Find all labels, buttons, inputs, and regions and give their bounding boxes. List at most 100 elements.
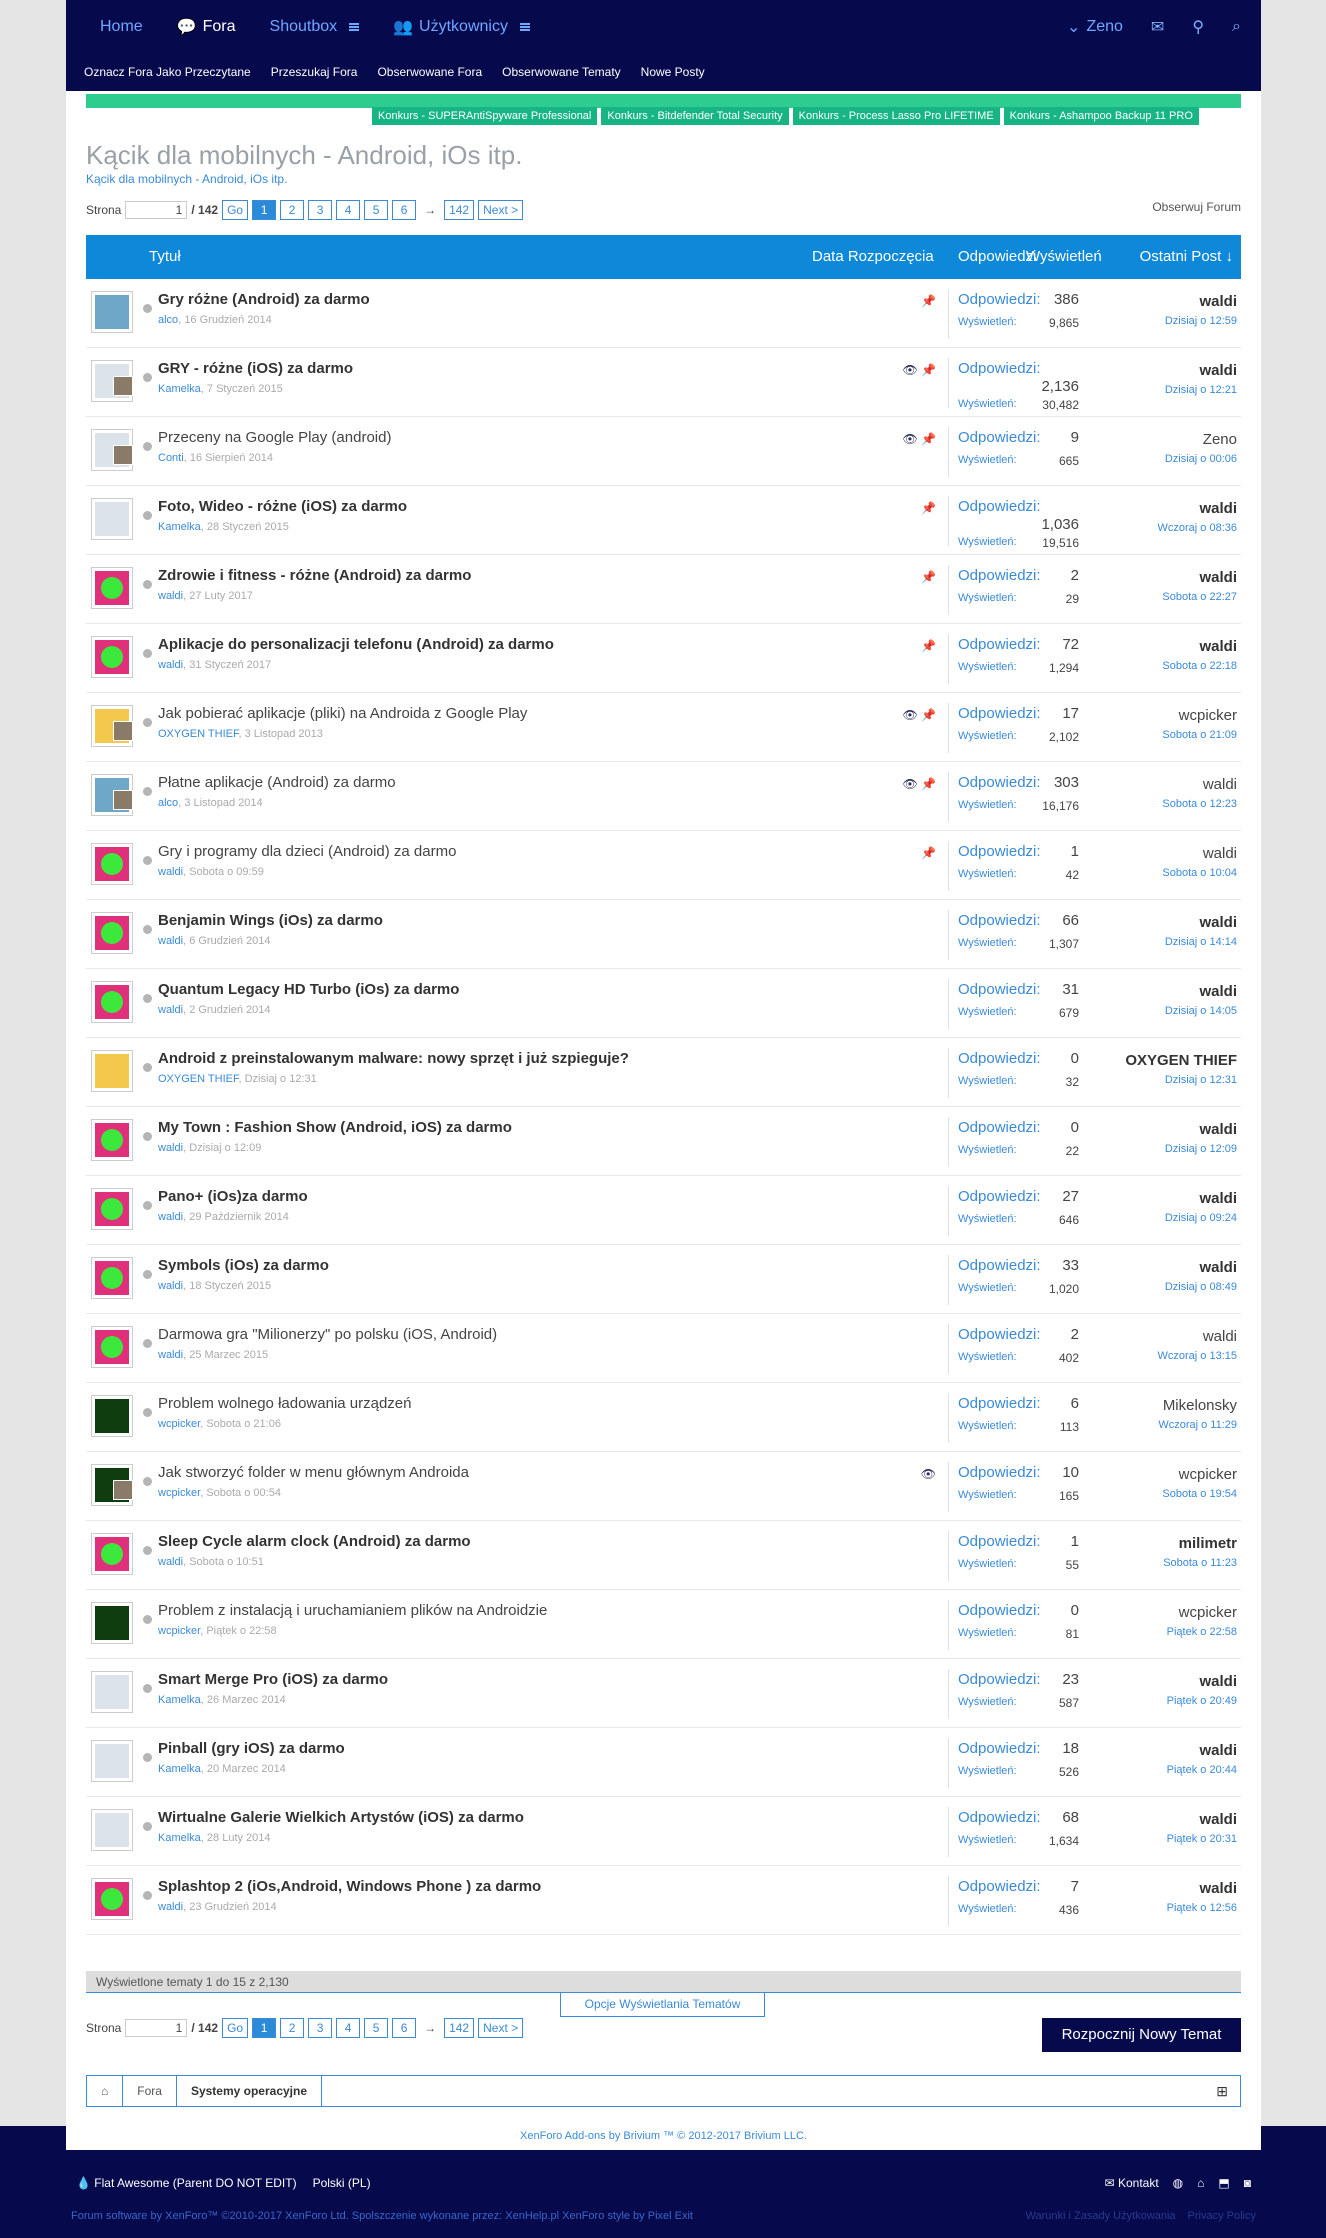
thread-title[interactable]: Problem wolnego ładowania urządzeń: [158, 1395, 412, 1412]
thread-title[interactable]: My Town : Fashion Show (Android, iOS) za…: [158, 1119, 512, 1136]
last-post-user[interactable]: Mikelonsky: [1163, 1397, 1237, 1414]
last-page-link[interactable]: 142: [444, 200, 475, 220]
thread-date[interactable]: Sobota o 10:51: [189, 1556, 264, 1568]
next-page-link[interactable]: Next >: [478, 2018, 524, 2038]
thread-date[interactable]: 3 Listopad 2014: [184, 797, 262, 809]
avatar[interactable]: [91, 843, 133, 885]
thread-author[interactable]: waldi: [158, 1280, 183, 1292]
page-link[interactable]: 5: [364, 2018, 389, 2038]
last-post-user[interactable]: waldi: [1199, 1121, 1237, 1138]
last-post-user[interactable]: waldi: [1199, 638, 1237, 655]
thread-author[interactable]: Kamelka: [158, 383, 201, 395]
col-start-date[interactable]: Data Rozpoczęcia: [812, 248, 934, 265]
thread-author[interactable]: alco: [158, 797, 178, 809]
thread-title[interactable]: Pinball (gry iOS) za darmo: [158, 1740, 345, 1757]
last-post-user[interactable]: waldi: [1199, 914, 1237, 931]
last-post-user[interactable]: wcpicker: [1179, 1604, 1237, 1621]
page-link[interactable]: 2: [280, 2018, 305, 2038]
style-chooser[interactable]: 💧 Flat Awesome (Parent DO NOT EDIT): [76, 2176, 297, 2190]
avatar[interactable]: [91, 291, 133, 333]
top-icon[interactable]: ⬒: [1218, 2176, 1229, 2190]
thread-title[interactable]: Gry różne (Android) za darmo: [158, 291, 370, 308]
next-page-link[interactable]: Next >: [478, 200, 524, 220]
last-post-user[interactable]: milimetr: [1179, 1535, 1237, 1552]
subnav-link[interactable]: Nowe Posty: [641, 65, 705, 79]
thread-author[interactable]: waldi: [158, 1901, 183, 1913]
breadcrumb[interactable]: Kącik dla mobilnych - Android, iOs itp.: [86, 172, 287, 186]
promo-link[interactable]: Konkurs - Ashampoo Backup 11 PRO: [1003, 107, 1199, 125]
last-post-user[interactable]: waldi: [1199, 1673, 1237, 1690]
thread-date[interactable]: 7 Styczeń 2015: [207, 383, 283, 395]
watch-forum-link[interactable]: Obserwuj Forum: [1152, 200, 1241, 214]
last-post-user[interactable]: wcpicker: [1179, 707, 1237, 724]
last-post-date[interactable]: Piątek o 20:44: [1167, 1764, 1237, 1776]
location-icon[interactable]: ⚲: [1192, 17, 1204, 37]
thread-date[interactable]: Sobota o 09:59: [189, 866, 264, 878]
page-link[interactable]: 2: [280, 200, 305, 220]
subnav-link[interactable]: Obserwowane Fora: [377, 65, 482, 79]
thread-title[interactable]: Wirtualne Galerie Wielkich Artystów (iOS…: [158, 1809, 524, 1826]
subnav-link[interactable]: Przeszukaj Fora: [271, 65, 358, 79]
contact-link[interactable]: ✉ Kontakt: [1105, 2176, 1159, 2190]
page-input[interactable]: 1: [125, 201, 188, 219]
avatar[interactable]: [91, 1257, 133, 1299]
avatar[interactable]: [91, 1119, 133, 1161]
avatar[interactable]: [91, 1740, 133, 1782]
last-post-user[interactable]: waldi: [1199, 1811, 1237, 1828]
last-page-link[interactable]: 142: [444, 2018, 475, 2038]
thread-author[interactable]: Kamelka: [158, 1763, 201, 1775]
thread-date[interactable]: 29 Październik 2014: [189, 1211, 289, 1223]
thread-date[interactable]: 16 Grudzień 2014: [184, 314, 271, 326]
thread-author[interactable]: waldi: [158, 935, 183, 947]
thread-author[interactable]: Conti: [158, 452, 184, 464]
page-link[interactable]: 5: [364, 200, 389, 220]
subnav-link[interactable]: Obserwowane Tematy: [502, 65, 621, 79]
nav-forums[interactable]: 💬 Fora: [177, 17, 236, 37]
thread-date[interactable]: Sobota o 00:54: [206, 1487, 281, 1499]
avatar[interactable]: [91, 498, 133, 540]
avatar[interactable]: [91, 1809, 133, 1851]
thread-title[interactable]: Android z preinstalowanym malware: nowy …: [158, 1050, 629, 1067]
user-menu[interactable]: ⌄ Zeno: [1067, 17, 1123, 37]
thread-title[interactable]: Zdrowie i fitness - różne (Android) za d…: [158, 567, 471, 584]
page-link[interactable]: 1: [252, 200, 277, 220]
thread-date[interactable]: 16 Sierpień 2014: [190, 452, 273, 464]
col-last-post[interactable]: Ostatni Post ↓: [1140, 248, 1233, 265]
last-post-user[interactable]: waldi: [1199, 1190, 1237, 1207]
page-link[interactable]: 1: [252, 2018, 277, 2038]
avatar[interactable]: [91, 912, 133, 954]
avatar[interactable]: [91, 1602, 133, 1644]
sitemap-icon[interactable]: ⊞: [1216, 2083, 1240, 2100]
page-link[interactable]: 3: [308, 200, 333, 220]
last-post-date[interactable]: Piątek o 22:58: [1167, 1626, 1237, 1638]
nav-home[interactable]: Home: [100, 18, 143, 36]
col-title[interactable]: Tytuł: [149, 248, 181, 265]
thread-title[interactable]: Jak pobierać aplikacje (pliki) na Androi…: [158, 705, 527, 722]
page-link[interactable]: 6: [392, 2018, 417, 2038]
last-post-date[interactable]: Sobota o 11:23: [1163, 1557, 1237, 1569]
avatar-small[interactable]: [113, 1480, 133, 1500]
col-replies[interactable]: Odpowiedzi: [958, 248, 1036, 265]
thread-title[interactable]: Problem z instalacją i uruchamianiem pli…: [158, 1602, 547, 1619]
page-link[interactable]: 6: [392, 200, 417, 220]
thread-author[interactable]: OXYGEN THIEF: [158, 1073, 238, 1085]
thread-title[interactable]: Aplikacje do personalizacji telefonu (An…: [158, 636, 554, 653]
nav-shoutbox[interactable]: Shoutbox: [270, 18, 360, 36]
thread-date[interactable]: 31 Styczeń 2017: [189, 659, 271, 671]
thread-date[interactable]: 28 Luty 2014: [207, 1832, 271, 1844]
thread-title[interactable]: Gry i programy dla dzieci (Android) za d…: [158, 843, 456, 860]
last-post-user[interactable]: OXYGEN THIEF: [1125, 1052, 1237, 1069]
home-icon[interactable]: ⌂: [87, 2076, 124, 2106]
crumb-forums[interactable]: Fora: [123, 2076, 177, 2106]
go-button[interactable]: Go: [222, 2018, 249, 2038]
thread-title[interactable]: Płatne aplikacje (Android) za darmo: [158, 774, 396, 791]
last-post-date[interactable]: Wczoraj o 08:36: [1158, 522, 1237, 534]
thread-author[interactable]: waldi: [158, 1211, 183, 1223]
last-post-date[interactable]: Piątek o 20:31: [1167, 1833, 1237, 1845]
thread-date[interactable]: 2 Grudzień 2014: [189, 1004, 270, 1016]
thread-date[interactable]: 23 Grudzień 2014: [189, 1901, 276, 1913]
last-post-date[interactable]: Dzisiaj o 12:31: [1165, 1074, 1237, 1086]
thread-author[interactable]: OXYGEN THIEF: [158, 728, 238, 740]
thread-title[interactable]: Darmowa gra "Milionerzy" po polsku (iOS,…: [158, 1326, 497, 1343]
thread-title[interactable]: Smart Merge Pro (iOS) za darmo: [158, 1671, 388, 1688]
